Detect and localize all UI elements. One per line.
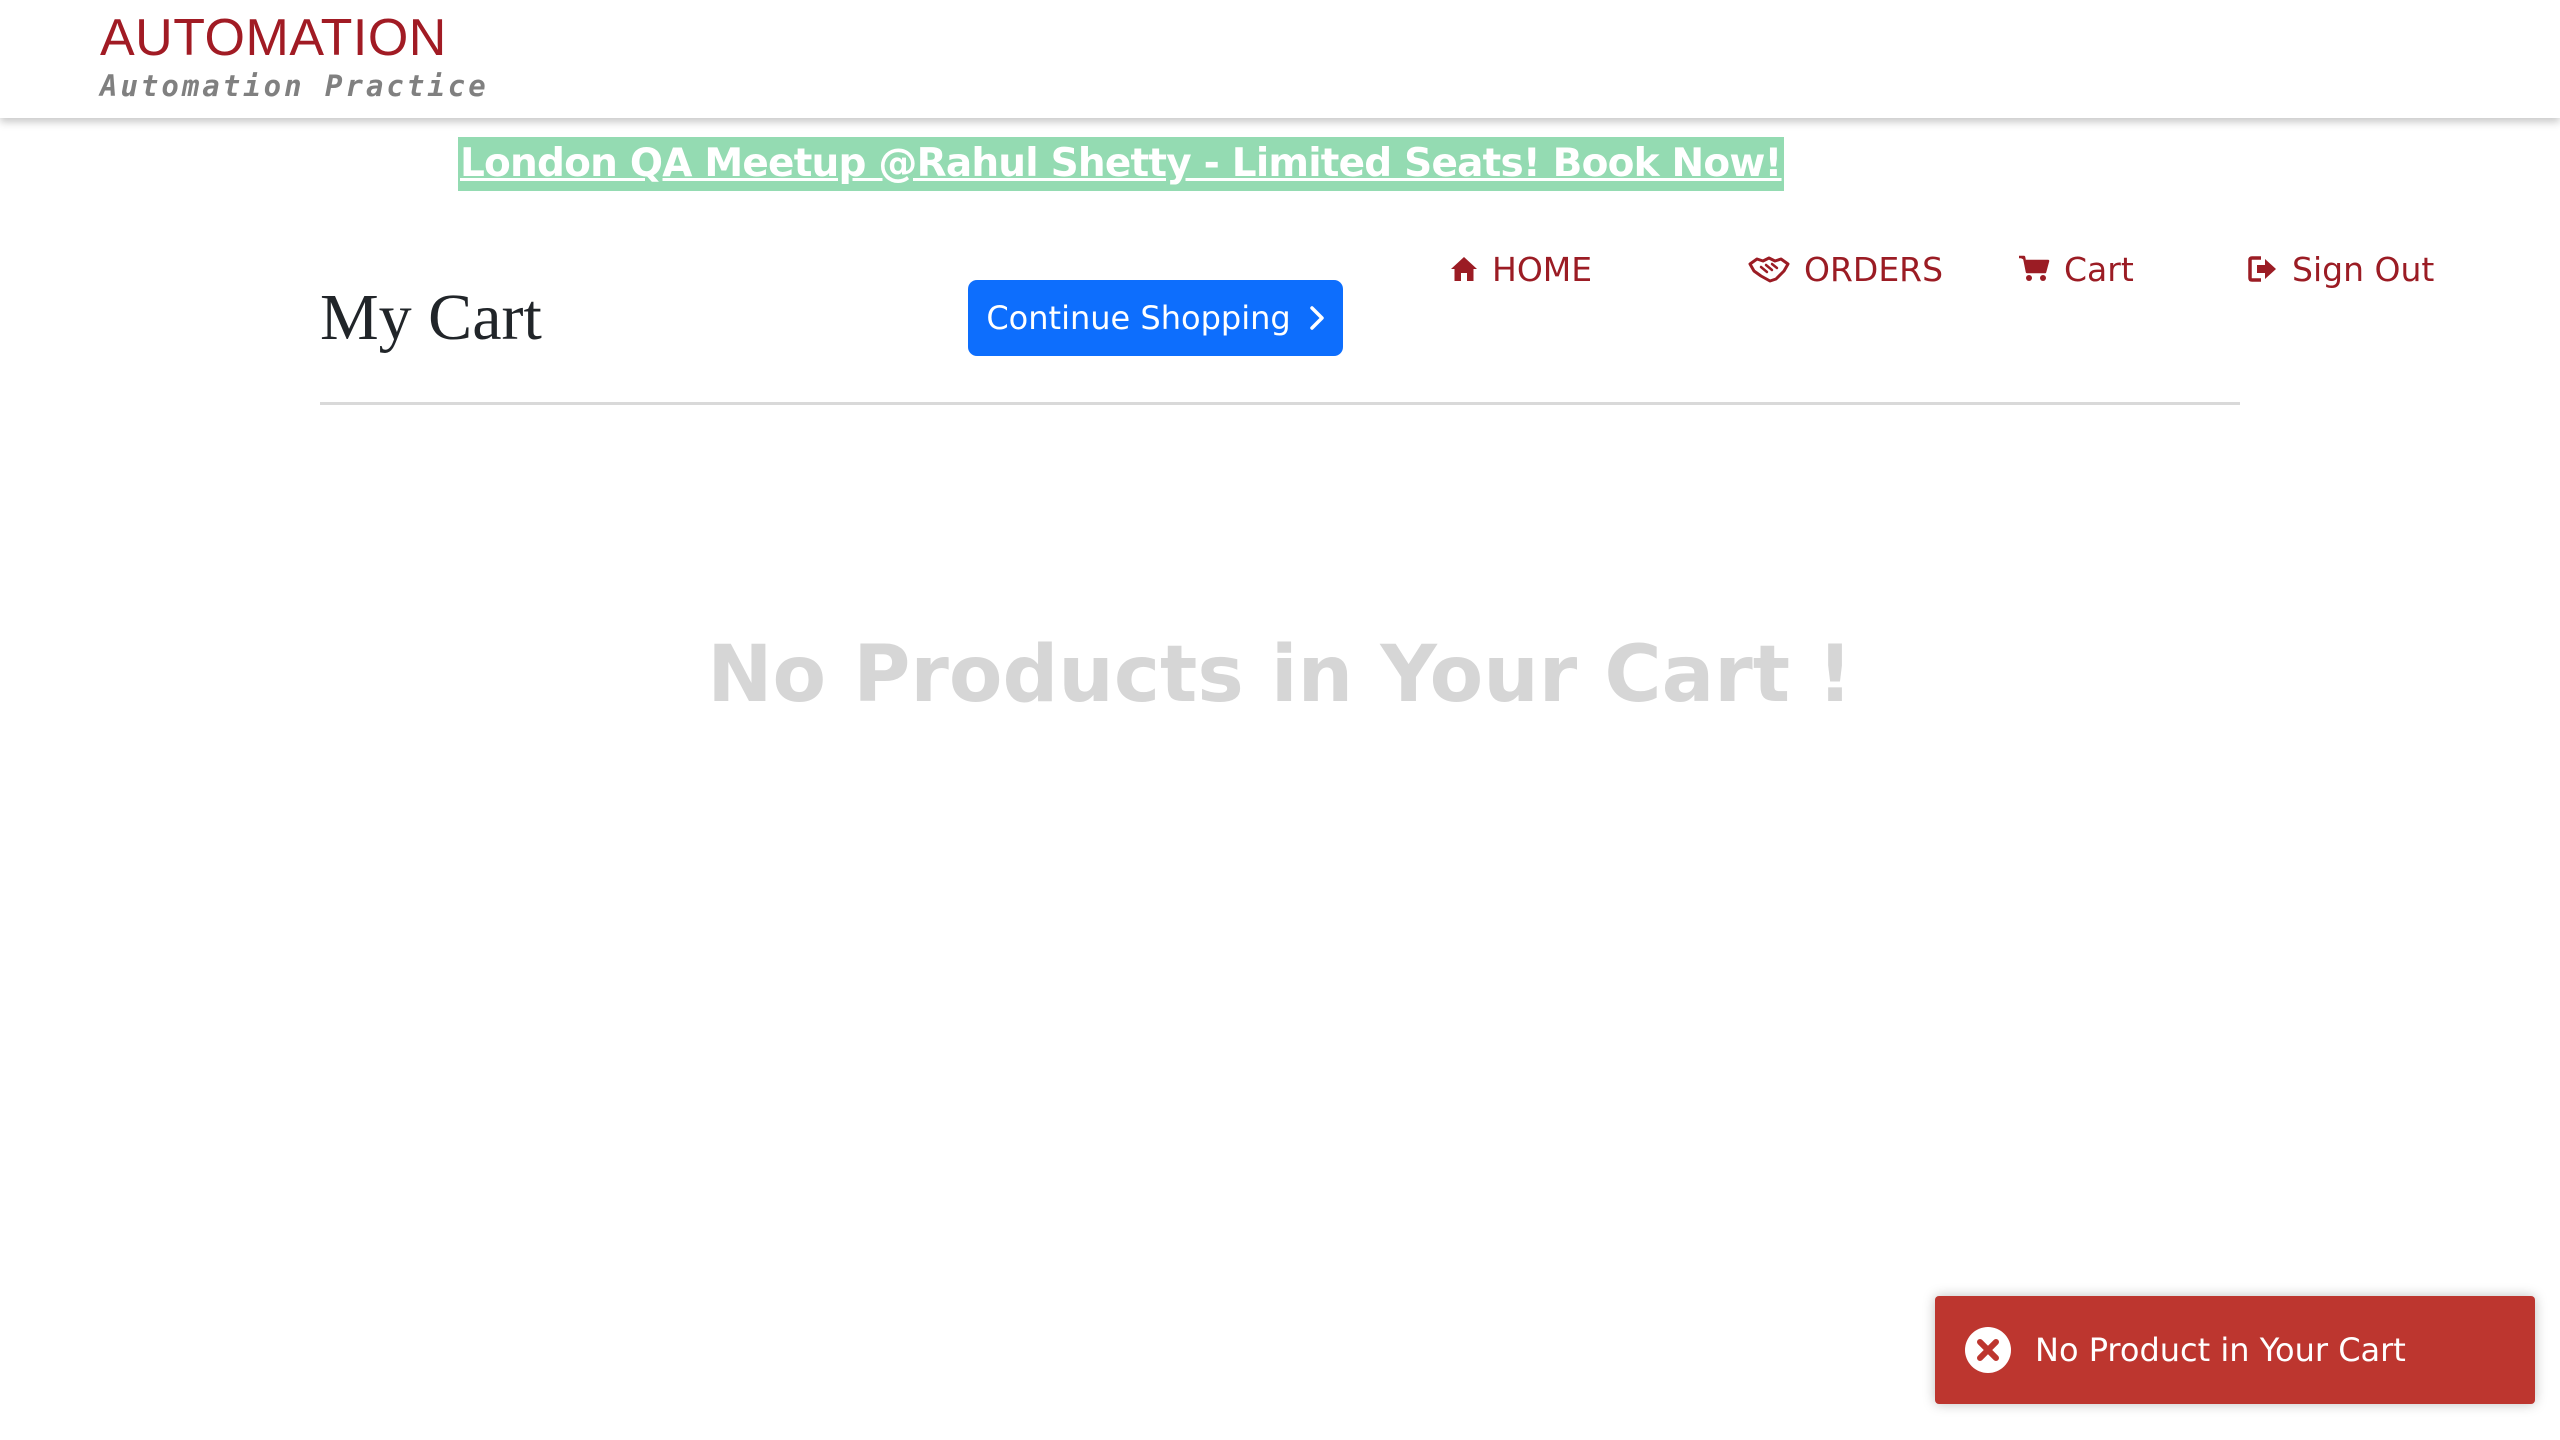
nav-home-label: HOME: [1492, 249, 1593, 289]
sign-out-icon: [2248, 256, 2276, 282]
continue-shopping-label: Continue Shopping: [986, 299, 1291, 337]
page-title: My Cart: [320, 281, 542, 354]
brand-subtitle: Automation Practice: [100, 69, 489, 103]
cart-icon: [2019, 255, 2050, 281]
brand-logo[interactable]: AUTOMATION Automation Practice: [100, 8, 489, 104]
toast-message: No Product in Your Cart: [2035, 1331, 2406, 1369]
chevron-right-icon: [1309, 305, 1325, 331]
nav-orders[interactable]: ORDERS: [1748, 244, 1943, 294]
divider: [320, 402, 2240, 405]
nav-orders-label: ORDERS: [1804, 249, 1944, 289]
home-icon: [1451, 257, 1477, 281]
continue-shopping-button[interactable]: Continue Shopping: [968, 280, 1343, 356]
toast-notification[interactable]: No Product in Your Cart: [1935, 1296, 2535, 1404]
close-circle-icon: [1965, 1327, 2011, 1373]
top-header: AUTOMATION Automation Practice: [0, 0, 2560, 118]
nav-sign-out[interactable]: Sign Out: [2248, 244, 2434, 294]
promo-banner-link[interactable]: London QA Meetup @Rahul Shetty - Limited…: [458, 137, 1784, 191]
empty-cart-message: No Products in Your Cart !: [707, 630, 1853, 720]
nav-home[interactable]: HOME: [1450, 244, 1592, 294]
nav-sign-out-label: Sign Out: [2292, 249, 2435, 289]
nav-cart-label: Cart: [2064, 249, 2134, 289]
nav-cart[interactable]: Cart: [2018, 244, 2134, 294]
brand-title: AUTOMATION: [100, 9, 447, 67]
handshake-icon: [1748, 256, 1790, 283]
